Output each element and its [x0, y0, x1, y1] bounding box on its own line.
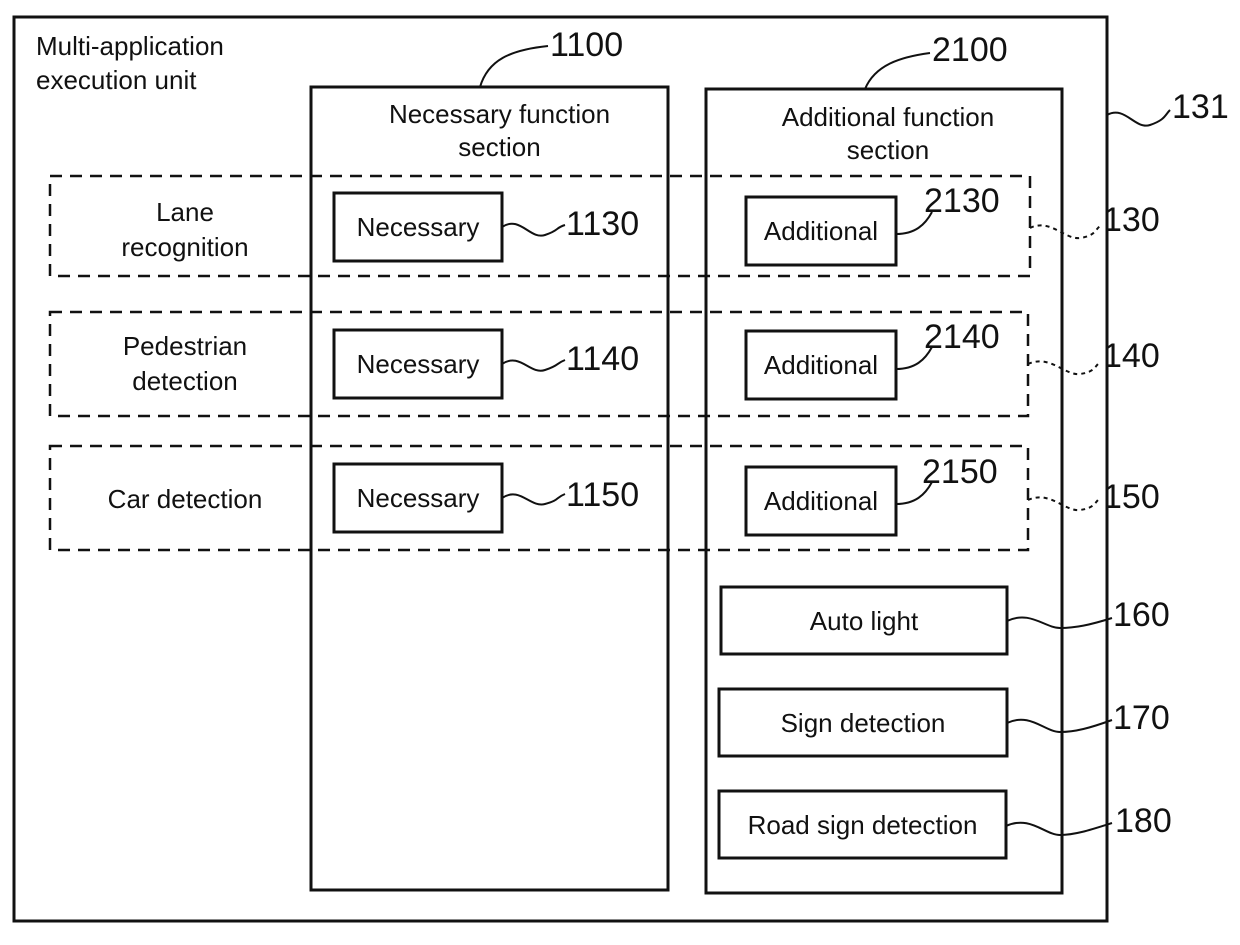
- ref-1130: 1130: [566, 205, 640, 243]
- app-name-pedestrian-line1: Pedestrian: [122, 331, 248, 361]
- ref-2100: 2100: [932, 31, 1008, 69]
- leader-1140: [501, 359, 566, 372]
- necessary-label-1140: Necessary: [356, 349, 480, 379]
- ref-180: 180: [1115, 802, 1172, 840]
- ref-2140: 2140: [924, 318, 1000, 356]
- leader-1150: [501, 493, 566, 506]
- app-name-lane-line2: recognition: [121, 232, 249, 262]
- leader-1130: [501, 222, 566, 237]
- road-sign-detection-label: Road sign detection: [747, 810, 978, 840]
- auto-light-label: Auto light: [809, 606, 919, 636]
- additional-section-title-line1: Additional function: [781, 102, 995, 132]
- ref-150: 150: [1103, 478, 1160, 516]
- leader-1100: [479, 45, 549, 88]
- additional-label-2130: Additional: [763, 216, 879, 246]
- leader-140: [1027, 360, 1101, 376]
- leader-150: [1027, 496, 1101, 512]
- outer-title-line1: Multi-application: [36, 31, 224, 61]
- ref-131: 131: [1172, 88, 1229, 126]
- ref-2130: 2130: [924, 182, 1000, 220]
- outer-title-line2: execution unit: [36, 65, 197, 95]
- additional-label-2140: Additional: [763, 350, 879, 380]
- necessary-label-1150: Necessary: [356, 483, 480, 513]
- app-name-lane-line1: Lane: [156, 197, 214, 227]
- additional-section-title-line2: section: [846, 135, 930, 165]
- ref-160: 160: [1113, 596, 1170, 634]
- leader-180: [1005, 821, 1113, 837]
- ref-1150: 1150: [566, 476, 640, 514]
- ref-170: 170: [1113, 699, 1170, 737]
- leader-170: [1006, 718, 1113, 734]
- app-name-pedestrian-line2: detection: [132, 366, 238, 396]
- ref-130: 130: [1103, 201, 1160, 239]
- necessary-label-1130: Necessary: [356, 212, 480, 242]
- leader-130: [1029, 224, 1101, 240]
- necessary-section-title-line1: Necessary function: [388, 99, 611, 129]
- necessary-section-title-line2: section: [458, 132, 541, 162]
- sign-detection-label: Sign detection: [780, 708, 946, 738]
- additional-label-2150: Additional: [763, 486, 879, 516]
- ref-1140: 1140: [566, 340, 640, 378]
- leader-160: [1006, 616, 1113, 630]
- leader-2100: [864, 52, 931, 90]
- app-name-car: Car detection: [107, 484, 263, 514]
- ref-140: 140: [1103, 337, 1160, 375]
- ref-2150: 2150: [922, 453, 998, 491]
- leader-131: [1106, 109, 1171, 127]
- ref-1100: 1100: [550, 26, 624, 64]
